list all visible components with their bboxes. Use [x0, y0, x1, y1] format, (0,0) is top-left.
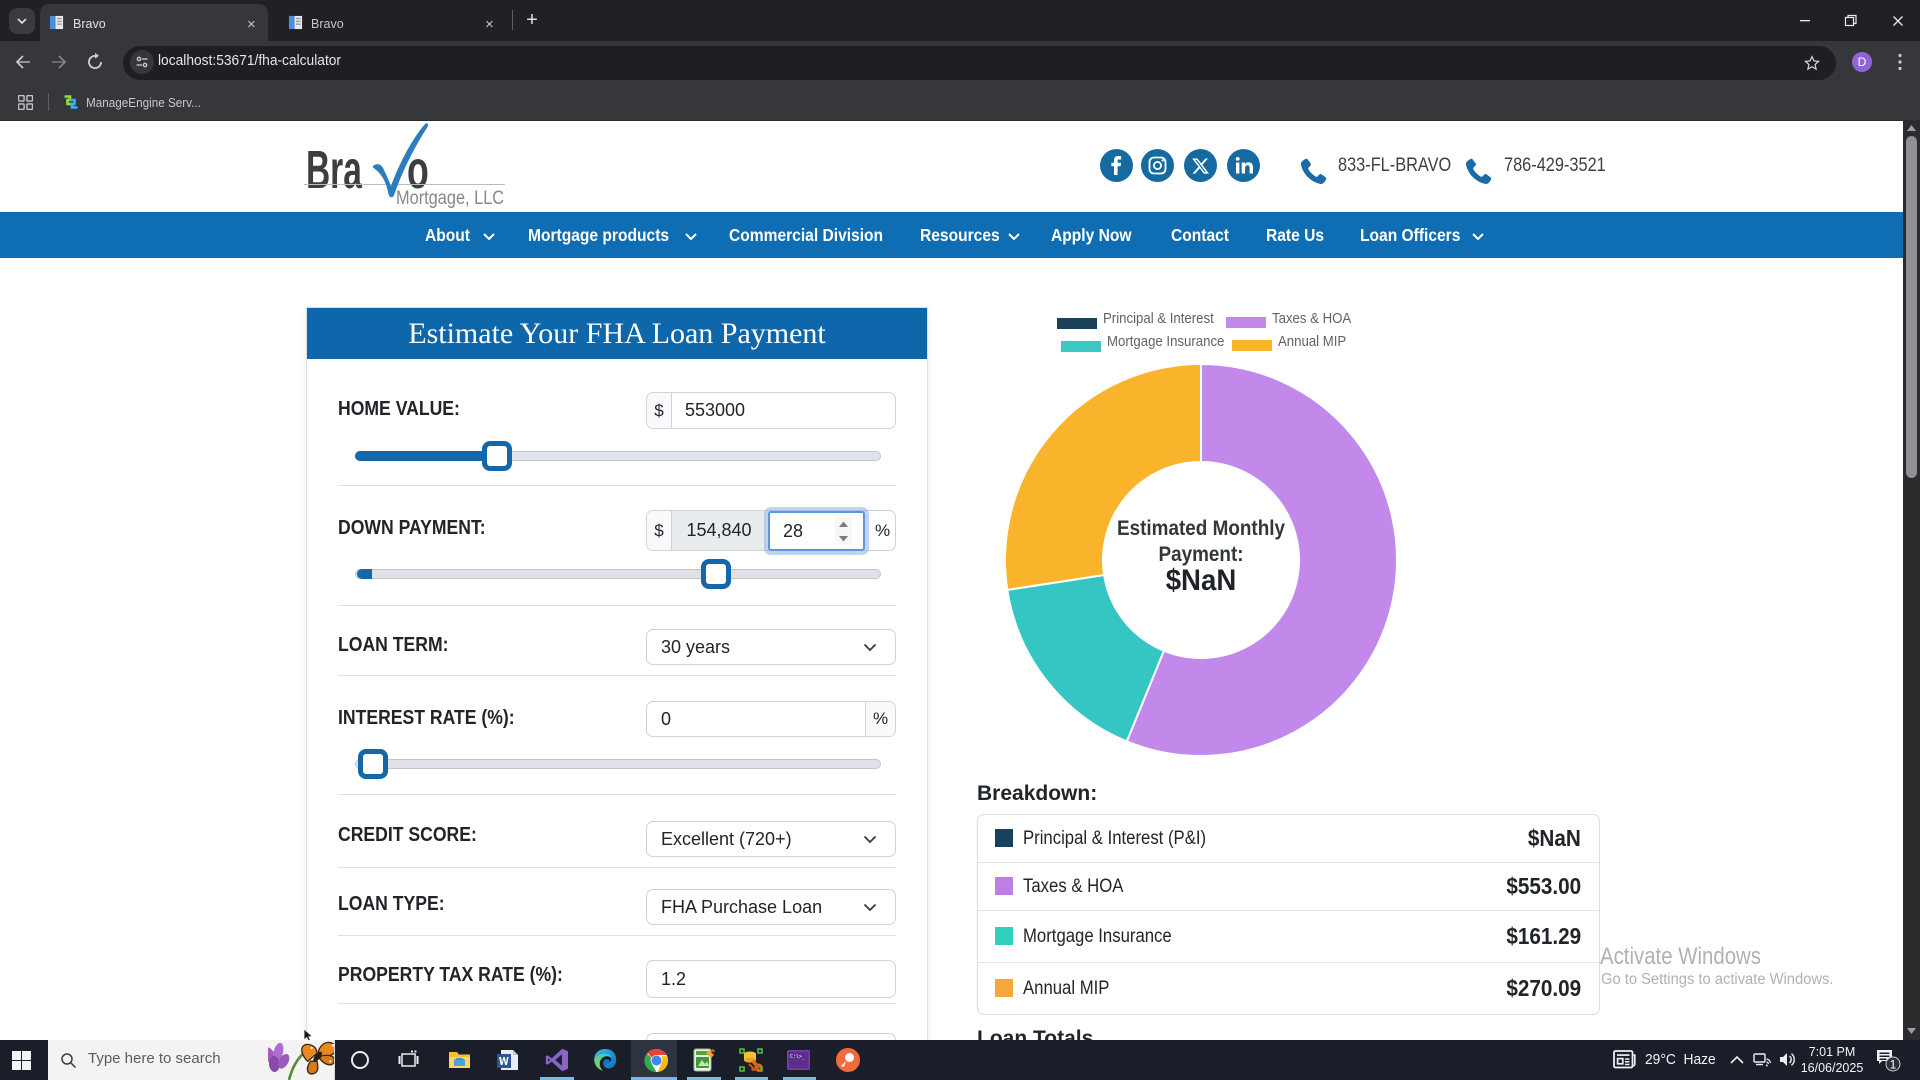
svg-text:1: 1 [1890, 1058, 1897, 1072]
svg-text:C:\>_: C:\>_ [790, 1054, 806, 1060]
